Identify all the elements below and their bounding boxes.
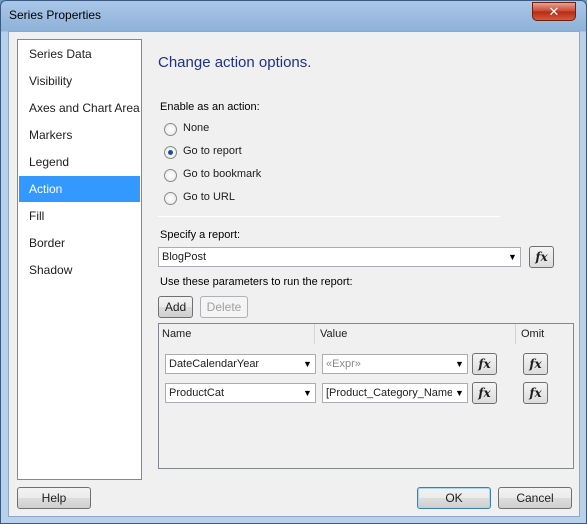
report-select[interactable]: BlogPost ▼ [158,247,521,267]
page-list: Series Data Visibility Axes and Chart Ar… [17,39,142,480]
delete-parameter-button[interactable]: Delete [200,296,248,318]
chevron-down-icon[interactable]: ▼ [300,355,315,373]
column-separator [314,324,315,344]
nav-item-fill[interactable]: Fill [19,203,140,229]
parameter-value-select[interactable]: «Expr» ▼ [322,354,468,374]
parameter-name-select[interactable]: DateCalendarYear ▼ [165,354,316,374]
nav-item-axes-and-chart-area[interactable]: Axes and Chart Area [19,95,140,121]
report-expression-button[interactable]: fx [529,246,554,268]
chevron-down-icon[interactable]: ▼ [452,355,467,373]
parameter-value-value: [Product_Category_Name] [326,387,457,399]
window-title: Series Properties [9,8,102,22]
chevron-down-icon[interactable]: ▼ [452,384,467,402]
radio-button[interactable] [164,123,177,136]
nav-item-series-data[interactable]: Series Data [19,41,140,67]
parameters-label: Use these parameters to run the report: [160,276,353,288]
parameter-name-select[interactable]: ProductCat ▼ [165,383,316,403]
nav-item-action[interactable]: Action [19,176,140,202]
radio-button[interactable] [164,192,177,205]
radio-button[interactable] [164,169,177,182]
chevron-down-icon[interactable]: ▼ [300,384,315,402]
column-header-name: Name [162,328,192,340]
dialog-window: Series Properties ✕ Series Data Visibili… [0,0,587,524]
parameter-value-expression-button[interactable]: fx [472,382,497,404]
nav-item-border[interactable]: Border [19,230,140,256]
parameter-value-value: «Expr» [326,358,361,370]
specify-report-label: Specify a report: [160,229,241,241]
radio-label: Go to URL [183,191,235,203]
radio-label: Go to bookmark [183,168,262,180]
radio-button-selected[interactable] [164,146,177,159]
nav-item-visibility[interactable]: Visibility [19,68,140,94]
cancel-button[interactable]: Cancel [498,487,572,509]
enable-action-label: Enable as an action: [160,101,260,113]
title-bar[interactable]: Series Properties ✕ [1,1,586,31]
ok-button[interactable]: OK [417,487,491,509]
parameter-name-value: DateCalendarYear [169,358,260,370]
parameter-value-select[interactable]: [Product_Category_Name] ▼ [322,383,468,403]
radio-label: Go to report [183,145,242,157]
dialog-client-area: Series Data Visibility Axes and Chart Ar… [8,31,580,517]
add-parameter-button[interactable]: Add [158,296,193,318]
column-header-value: Value [320,328,348,340]
parameters-grid: Name Value Omit DateCalendarYear ▼ «Expr… [158,323,574,469]
nav-item-legend[interactable]: Legend [19,149,140,175]
column-separator [515,324,516,344]
radio-label: None [183,122,210,134]
section-divider [158,216,500,217]
help-button[interactable]: Help [17,487,91,509]
parameter-value-expression-button[interactable]: fx [472,353,497,375]
grid-header: Name Value Omit [159,324,573,344]
column-header-omit: Omit [521,328,545,340]
nav-item-shadow[interactable]: Shadow [19,257,140,283]
parameter-name-value: ProductCat [169,387,225,399]
parameter-omit-expression-button[interactable]: fx [523,382,548,404]
nav-item-markers[interactable]: Markers [19,122,140,148]
page-heading: Change action options. [158,54,312,71]
report-select-value: BlogPost [162,251,207,263]
parameter-omit-expression-button[interactable]: fx [523,353,548,375]
close-button[interactable]: ✕ [532,2,576,21]
chevron-down-icon[interactable]: ▼ [505,248,520,266]
